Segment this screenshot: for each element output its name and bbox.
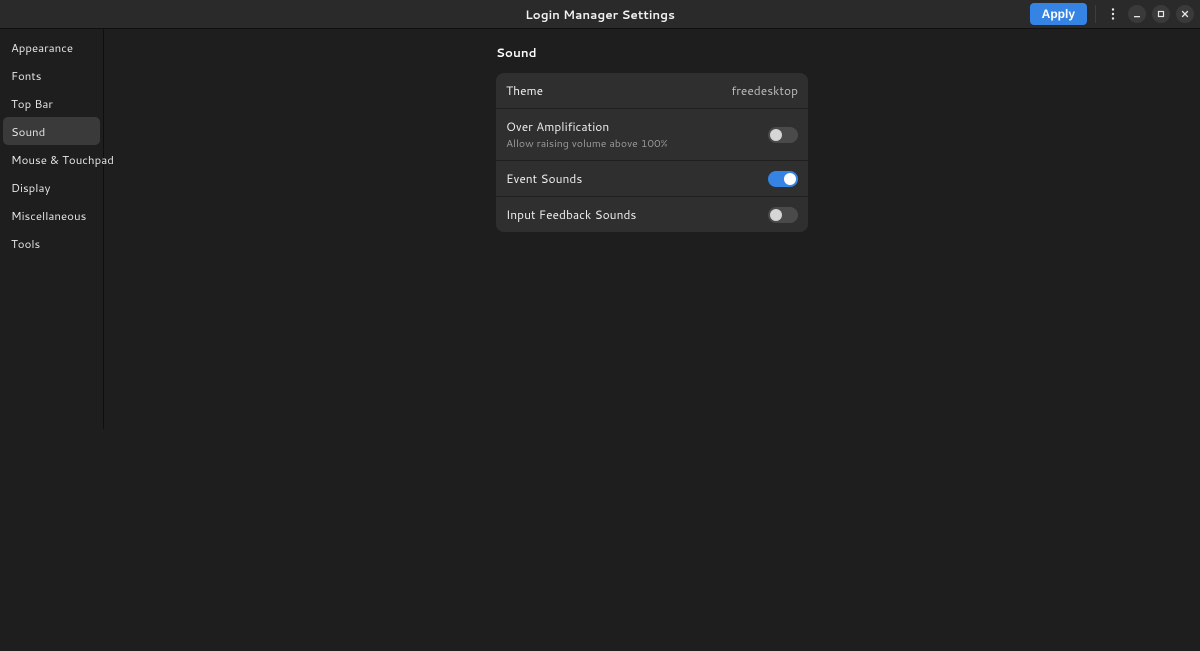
panel-title: Sound [496,44,808,61]
sidebar-item-top-bar[interactable]: Top Bar [3,89,100,117]
sidebar-item-tools[interactable]: Tools [3,229,100,257]
row-over-amp-text: Over Amplification Allow raising volume … [506,118,668,151]
close-icon [1180,9,1190,19]
sidebar-item-fonts[interactable]: Fonts [3,61,100,89]
row-theme[interactable]: Theme freedesktop [496,73,808,108]
row-event-sounds: Event Sounds [496,160,808,196]
maximize-icon [1156,9,1166,19]
minimize-icon [1132,9,1142,19]
header-separator [1095,5,1096,23]
sidebar-item-miscellaneous[interactable]: Miscellaneous [3,201,100,229]
menu-button[interactable] [1104,5,1122,23]
layout: Appearance Fonts Top Bar Sound Mouse & T… [0,29,1200,651]
sidebar-item-display[interactable]: Display [3,173,100,201]
apply-button[interactable]: Apply [1030,3,1087,25]
window-title: Login Manager Settings [0,6,1200,23]
row-over-amplification: Over Amplification Allow raising volume … [496,108,808,160]
event-sounds-switch[interactable] [768,171,798,187]
headerbar: Login Manager Settings Apply [0,0,1200,29]
row-theme-label: Theme [506,82,543,99]
kebab-icon [1108,7,1118,21]
row-over-amp-sublabel: Allow raising volume above 100% [506,137,668,151]
content-area: Sound Theme freedesktop Over Amplificati… [104,29,1200,651]
maximize-button[interactable] [1152,5,1170,23]
sidebar-item-appearance[interactable]: Appearance [3,33,100,61]
sidebar-item-mouse-touchpad[interactable]: Mouse & Touchpad [3,145,100,173]
sidebar: Appearance Fonts Top Bar Sound Mouse & T… [0,29,104,429]
row-event-sounds-label: Event Sounds [506,170,582,187]
row-input-feedback: Input Feedback Sounds [496,196,808,232]
row-theme-value: freedesktop [731,82,798,99]
sound-panel: Sound Theme freedesktop Over Amplificati… [496,44,808,232]
minimize-button[interactable] [1128,5,1146,23]
headerbar-controls: Apply [1030,0,1200,28]
input-feedback-switch[interactable] [768,207,798,223]
row-over-amp-label: Over Amplification [506,118,668,135]
sidebar-item-sound[interactable]: Sound [3,117,100,145]
row-input-feedback-label: Input Feedback Sounds [506,206,636,223]
settings-list: Theme freedesktop Over Amplification All… [496,73,808,232]
close-button[interactable] [1176,5,1194,23]
over-amplification-switch[interactable] [768,127,798,143]
